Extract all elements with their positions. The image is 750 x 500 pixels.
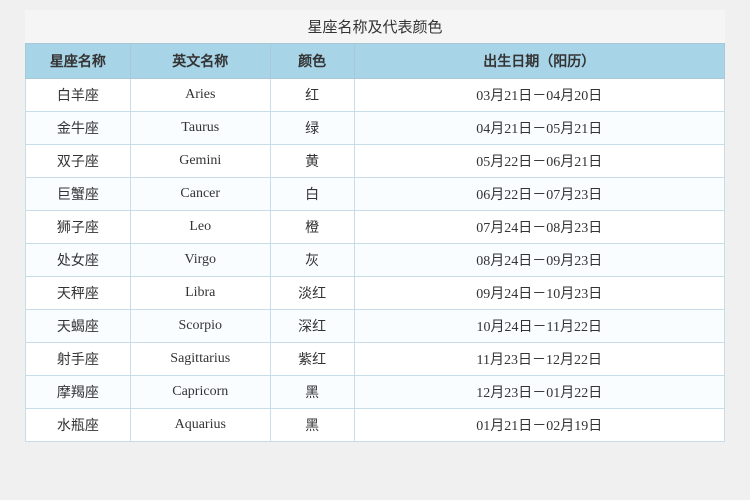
cell-en-name: Capricorn: [130, 376, 270, 409]
cell-date: 11月23日－12月22日: [354, 343, 724, 376]
cell-en-name: Aries: [130, 79, 270, 112]
table-row: 水瓶座Aquarius黑01月21日－02月19日: [26, 409, 725, 442]
table-row: 双子座Gemini黄05月22日－06月21日: [26, 145, 725, 178]
zodiac-table: 星座名称 英文名称 颜色 出生日期（阳历） 白羊座Aries红03月21日－04…: [25, 43, 725, 442]
cell-date: 05月22日－06月21日: [354, 145, 724, 178]
cell-color: 绿: [270, 112, 354, 145]
cell-en-name: Gemini: [130, 145, 270, 178]
cell-color: 黄: [270, 145, 354, 178]
cell-date: 06月22日－07月23日: [354, 178, 724, 211]
cell-en-name: Taurus: [130, 112, 270, 145]
table-row: 射手座Sagittarius紫红11月23日－12月22日: [26, 343, 725, 376]
table-row: 巨蟹座Cancer白06月22日－07月23日: [26, 178, 725, 211]
cell-color: 黑: [270, 376, 354, 409]
cell-color: 黑: [270, 409, 354, 442]
cell-date: 01月21日－02月19日: [354, 409, 724, 442]
cell-cn-name: 金牛座: [26, 112, 131, 145]
cell-color: 淡红: [270, 277, 354, 310]
table-row: 天蝎座Scorpio深红10月24日－11月22日: [26, 310, 725, 343]
table-row: 金牛座Taurus绿04月21日－05月21日: [26, 112, 725, 145]
cell-en-name: Scorpio: [130, 310, 270, 343]
cell-en-name: Sagittarius: [130, 343, 270, 376]
table-row: 天秤座Libra淡红09月24日－10月23日: [26, 277, 725, 310]
table-row: 狮子座Leo橙07月24日－08月23日: [26, 211, 725, 244]
cell-cn-name: 天秤座: [26, 277, 131, 310]
cell-en-name: Aquarius: [130, 409, 270, 442]
cell-cn-name: 摩羯座: [26, 376, 131, 409]
cell-color: 紫红: [270, 343, 354, 376]
cell-date: 10月24日－11月22日: [354, 310, 724, 343]
header-date: 出生日期（阳历）: [354, 44, 724, 79]
cell-date: 04月21日－05月21日: [354, 112, 724, 145]
cell-en-name: Virgo: [130, 244, 270, 277]
cell-cn-name: 射手座: [26, 343, 131, 376]
cell-cn-name: 巨蟹座: [26, 178, 131, 211]
table-row: 白羊座Aries红03月21日－04月20日: [26, 79, 725, 112]
cell-date: 07月24日－08月23日: [354, 211, 724, 244]
main-container: 星座名称及代表颜色 星座名称 英文名称 颜色 出生日期（阳历） 白羊座Aries…: [25, 10, 725, 442]
cell-color: 白: [270, 178, 354, 211]
cell-color: 橙: [270, 211, 354, 244]
cell-en-name: Cancer: [130, 178, 270, 211]
cell-date: 12月23日－01月22日: [354, 376, 724, 409]
cell-color: 红: [270, 79, 354, 112]
cell-cn-name: 天蝎座: [26, 310, 131, 343]
table-header-row: 星座名称 英文名称 颜色 出生日期（阳历）: [26, 44, 725, 79]
cell-date: 09月24日－10月23日: [354, 277, 724, 310]
cell-cn-name: 狮子座: [26, 211, 131, 244]
header-color: 颜色: [270, 44, 354, 79]
cell-cn-name: 双子座: [26, 145, 131, 178]
page-title: 星座名称及代表颜色: [25, 10, 725, 43]
cell-en-name: Leo: [130, 211, 270, 244]
header-cn-name: 星座名称: [26, 44, 131, 79]
header-en-name: 英文名称: [130, 44, 270, 79]
cell-date: 08月24日－09月23日: [354, 244, 724, 277]
cell-cn-name: 水瓶座: [26, 409, 131, 442]
cell-color: 深红: [270, 310, 354, 343]
cell-en-name: Libra: [130, 277, 270, 310]
table-row: 摩羯座Capricorn黑12月23日－01月22日: [26, 376, 725, 409]
cell-date: 03月21日－04月20日: [354, 79, 724, 112]
cell-color: 灰: [270, 244, 354, 277]
cell-cn-name: 白羊座: [26, 79, 131, 112]
table-row: 处女座Virgo灰08月24日－09月23日: [26, 244, 725, 277]
cell-cn-name: 处女座: [26, 244, 131, 277]
